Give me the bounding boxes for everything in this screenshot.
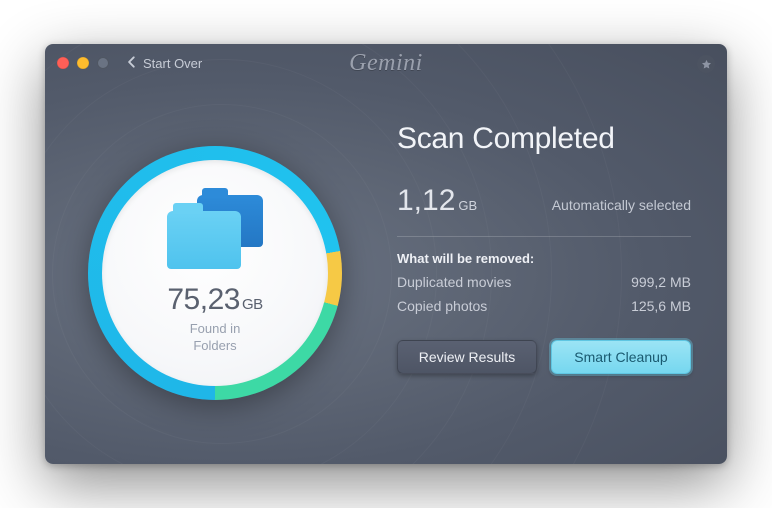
window-close-button[interactable]: [57, 57, 69, 69]
auto-size-unit: GB: [458, 198, 477, 213]
content: 75,23GB Found in Folders Scan Completed …: [45, 82, 727, 464]
size-unit: GB: [242, 296, 263, 313]
window-minimize-button[interactable]: [77, 57, 89, 69]
found-label: Found in Folders: [190, 321, 241, 355]
review-results-button[interactable]: Review Results: [397, 340, 537, 374]
app-brand: Gemini: [349, 50, 423, 77]
total-size-value: 75,23GB: [167, 283, 262, 317]
removal-item-size: 125,6 MB: [631, 298, 691, 314]
titlebar: Start Over Gemini: [45, 44, 727, 82]
auto-size-number: 1,12: [397, 184, 455, 217]
traffic-lights: [57, 57, 109, 69]
window-zoom-button[interactable]: [97, 57, 109, 69]
start-over-button[interactable]: Start Over: [125, 55, 202, 72]
size-number: 75,23: [167, 283, 240, 316]
results-panel: Scan Completed 1,12GB Automatically sele…: [385, 82, 727, 464]
gauge-inner: 75,23GB Found in Folders: [102, 160, 328, 386]
gauge-panel: 75,23GB Found in Folders: [45, 82, 385, 464]
star-icon: [701, 59, 712, 70]
smart-cleanup-button[interactable]: Smart Cleanup: [551, 340, 691, 374]
action-buttons: Review Results Smart Cleanup: [397, 340, 691, 374]
chevron-left-icon: [125, 55, 139, 72]
removal-item: Duplicated movies 999,2 MB: [397, 274, 691, 290]
app-window: Start Over Gemini 75,23GB: [45, 44, 727, 464]
auto-selected-row: 1,12GB Automatically selected: [397, 184, 691, 218]
folders-icon: [167, 195, 263, 269]
scan-gauge: 75,23GB Found in Folders: [88, 146, 342, 400]
removal-item: Copied photos 125,6 MB: [397, 298, 691, 314]
divider: [397, 236, 691, 237]
removal-item-label: Duplicated movies: [397, 274, 511, 290]
removal-item-size: 999,2 MB: [631, 274, 691, 290]
results-heading: Scan Completed: [397, 122, 691, 156]
what-removed-label: What will be removed:: [397, 251, 691, 266]
auto-selected-label: Automatically selected: [552, 197, 691, 213]
removal-item-label: Copied photos: [397, 298, 487, 314]
gauge-ring: 75,23GB Found in Folders: [88, 146, 342, 400]
auto-selected-size: 1,12GB: [397, 184, 477, 218]
favorite-button[interactable]: [697, 55, 715, 73]
start-over-label: Start Over: [143, 56, 202, 71]
